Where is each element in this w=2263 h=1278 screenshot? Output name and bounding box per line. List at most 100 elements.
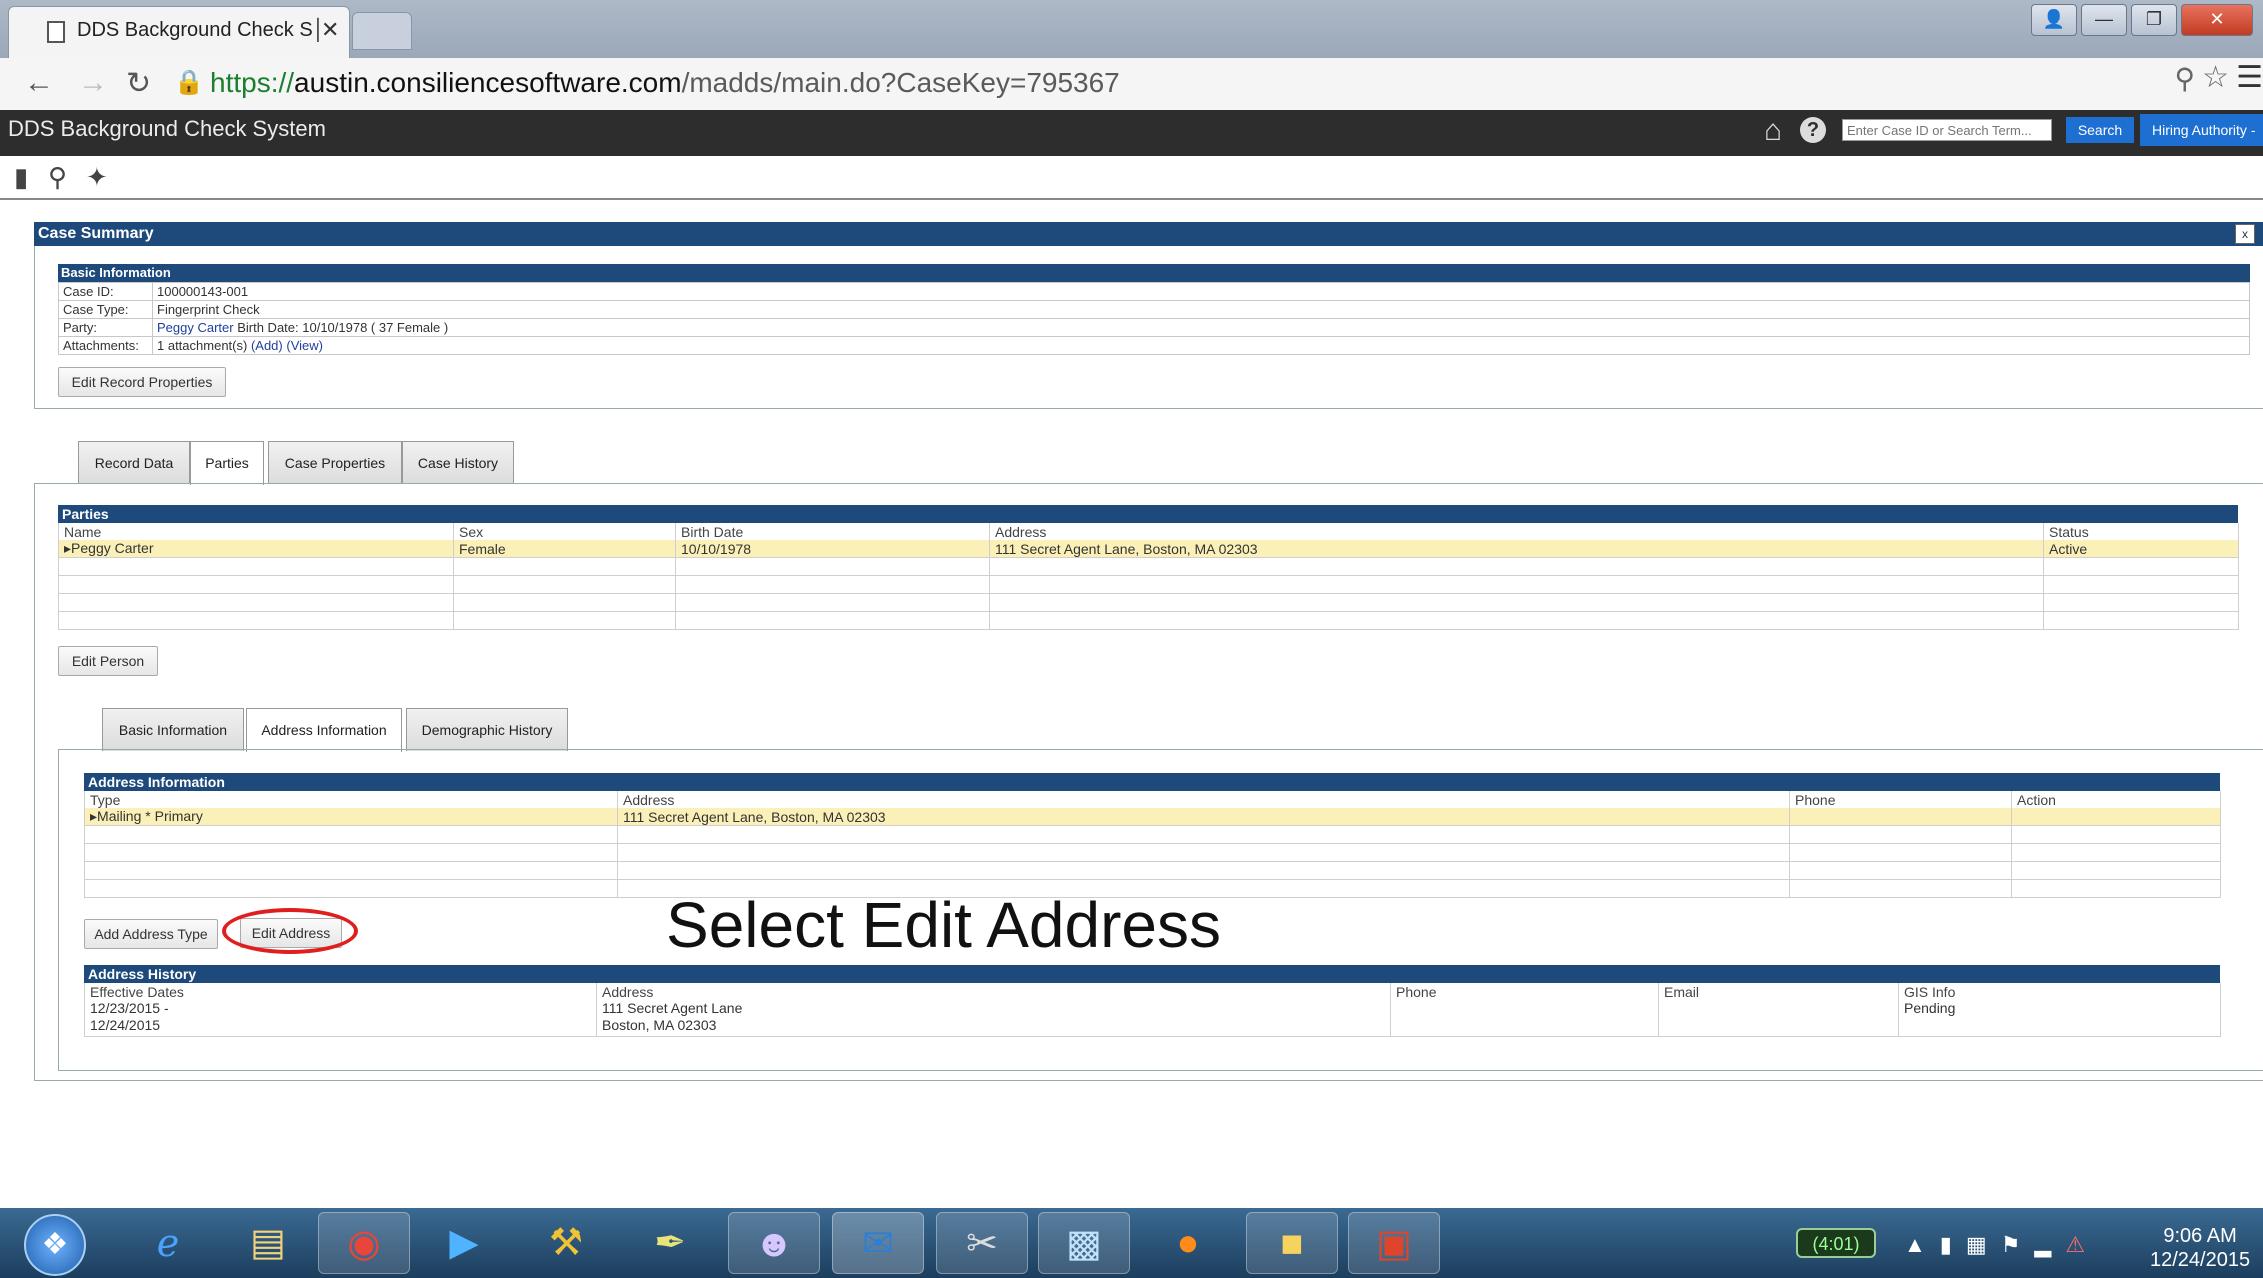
table-row: Case Type: Fingerprint Check (58, 300, 2250, 319)
sticky-notes-icon[interactable]: ■ (1246, 1212, 1338, 1274)
user-icon[interactable]: 👤 (2031, 4, 2077, 36)
bookmark-star-icon[interactable]: ☆ (2202, 60, 2229, 95)
home-icon[interactable]: ⌂ (1764, 114, 1782, 148)
tools-icon[interactable]: ⚒ (520, 1212, 612, 1274)
case-summary-close-button[interactable]: x (2235, 224, 2255, 244)
firefox-icon[interactable]: ● (1142, 1212, 1234, 1274)
table-header-row: Name Sex Birth Date Address Status (58, 523, 2239, 540)
case-type-label: Case Type: (58, 300, 153, 319)
signal-icon[interactable]: ▂ (2034, 1232, 2065, 1257)
column-header: Birth Date (675, 523, 990, 540)
table-row: 12/23/2015 -12/24/2015 111 Secret Agent … (84, 1000, 2221, 1037)
close-window-button[interactable]: ✕ (2181, 4, 2253, 36)
powerpoint-icon[interactable]: ▣ (1348, 1212, 1440, 1274)
back-arrow-icon[interactable]: ← (24, 66, 54, 100)
tab-address-information[interactable]: Address Information (246, 708, 402, 752)
table-header-row: Type Address Phone Action (84, 791, 2221, 808)
help-icon[interactable]: ? (1800, 117, 1826, 143)
tab-case-properties[interactable]: Case Properties (268, 441, 402, 484)
address-bar[interactable]: https://austin.consiliencesoftware.com/m… (210, 60, 1120, 106)
table-cell: 12/23/2015 -12/24/2015 (84, 1000, 597, 1037)
address-info-table: Type Address Phone Action ▸Mailing * Pri… (84, 791, 2221, 898)
table-row[interactable]: ▸Peggy Carter Female 10/10/1978 111 Secr… (58, 540, 2239, 558)
tab-record-data[interactable]: Record Data (78, 441, 190, 484)
battery-timer[interactable]: (4:01) (1796, 1228, 1876, 1258)
instruction-annotation: Select Edit Address (666, 889, 1221, 961)
tray-expand-icon[interactable]: ▲ (1904, 1232, 1940, 1257)
table-row (84, 843, 2221, 862)
edit-person-button[interactable]: Edit Person (58, 646, 158, 676)
attachments-value: 1 attachment(s) (Add) (View) (152, 336, 2250, 355)
file-explorer-icon[interactable]: ▤ (222, 1212, 314, 1274)
page-icon (47, 21, 65, 43)
tab-basic-information[interactable]: Basic Information (102, 708, 244, 751)
table-row (58, 557, 2239, 576)
zoom-icon[interactable]: ⚲ (2174, 62, 2195, 95)
minimize-button[interactable]: — (2081, 4, 2127, 36)
column-header: Phone (1789, 791, 2012, 808)
chat-app-icon[interactable]: ☻ (728, 1212, 820, 1274)
internet-explorer-icon[interactable]: e (122, 1212, 214, 1274)
system-tray[interactable]: ▲▮▦⚑▂⚠ (1904, 1232, 2099, 1258)
address-info-header: Address Information (84, 773, 2220, 791)
column-header: Address (989, 523, 2044, 540)
table-row: Case ID: 100000143-001 (58, 282, 2250, 301)
battery-icon[interactable]: ▮ (1940, 1232, 1966, 1257)
column-header: Sex (453, 523, 676, 540)
column-header: Effective Dates (84, 983, 597, 1000)
tab-demographic-history[interactable]: Demographic History (406, 708, 568, 751)
attachments-count: 1 attachment(s) (157, 338, 248, 353)
edit-record-properties-button[interactable]: Edit Record Properties (58, 367, 226, 397)
effective-date-end: 12/24/2015 (90, 1017, 161, 1033)
tab-case-history[interactable]: Case History (402, 441, 514, 484)
reload-icon[interactable]: ↻ (126, 66, 151, 101)
maximize-button[interactable]: ❐ (2131, 4, 2177, 36)
forward-arrow-icon[interactable]: → (78, 66, 108, 100)
new-tab-button[interactable] (352, 12, 412, 50)
table-header-row: Effective Dates Address Phone Email GIS … (84, 983, 2221, 1000)
document-icon[interactable]: ▮ (14, 162, 28, 193)
chrome-icon[interactable]: ◉ (318, 1212, 410, 1274)
pin-icon[interactable]: ✦ (86, 162, 108, 193)
highlight-circle (222, 908, 358, 954)
table-cell: Active (2043, 540, 2239, 558)
add-attachment-link[interactable]: (Add) (251, 338, 283, 353)
role-menu-button[interactable]: Hiring Authority - (2140, 114, 2263, 146)
add-address-type-button[interactable]: Add Address Type (84, 919, 218, 949)
table-cell: Female (453, 540, 676, 558)
search-icon[interactable]: ⚲ (48, 162, 67, 193)
view-attachment-link[interactable]: (View) (286, 338, 323, 353)
tab-close-icon[interactable]: ✕ (321, 17, 339, 43)
party-label: Party: (58, 318, 153, 337)
search-button[interactable]: Search (2066, 117, 2134, 143)
flag-icon[interactable]: ⚑ (2001, 1232, 2035, 1257)
presentation-viewer-icon[interactable]: ▩ (1038, 1212, 1130, 1274)
table-cell (1658, 1000, 1899, 1037)
url-path: /madds/main.do?CaseKey=795367 (681, 67, 1120, 98)
app-toolbar: ▮ ⚲ ✦ (0, 156, 2263, 200)
volume-muted-icon[interactable]: ⚠ (2065, 1232, 2099, 1257)
pen-icon[interactable]: ✒ (624, 1212, 716, 1274)
party-name-link[interactable]: Peggy Carter (157, 320, 234, 335)
column-header: GIS Info (1898, 983, 2221, 1000)
snipping-tool-icon[interactable]: ✂ (936, 1212, 1028, 1274)
outlook-icon[interactable]: ✉ (832, 1212, 924, 1274)
media-player-icon[interactable]: ▶ (418, 1212, 510, 1274)
table-row: Attachments: 1 attachment(s) (Add) (View… (58, 336, 2250, 355)
table-row (58, 575, 2239, 594)
system-clock[interactable]: 9:06 AM 12/24/2015 (2150, 1224, 2250, 1272)
windows-start-icon[interactable]: ❖ (24, 1214, 86, 1276)
table-cell (2011, 808, 2221, 826)
table-row[interactable]: ▸Mailing * Primary 111 Secret Agent Lane… (84, 808, 2221, 826)
table-cell: ▸Mailing * Primary (84, 808, 618, 826)
browser-tab[interactable]: DDS Background Check S│ ✕ (8, 6, 350, 59)
table-cell: 111 Secret Agent Lane, Boston, MA 02303 (989, 540, 2044, 558)
network-icon[interactable]: ▦ (1966, 1232, 2001, 1257)
menu-icon[interactable]: ☰ (2236, 60, 2263, 95)
column-header: Email (1658, 983, 1899, 1000)
table-cell (1390, 1000, 1659, 1037)
search-input[interactable] (1842, 119, 2052, 141)
table-cell: Pending (1898, 1000, 2221, 1037)
tab-parties[interactable]: Parties (190, 441, 264, 485)
window-controls: 👤 — ❐ ✕ (2031, 4, 2253, 38)
